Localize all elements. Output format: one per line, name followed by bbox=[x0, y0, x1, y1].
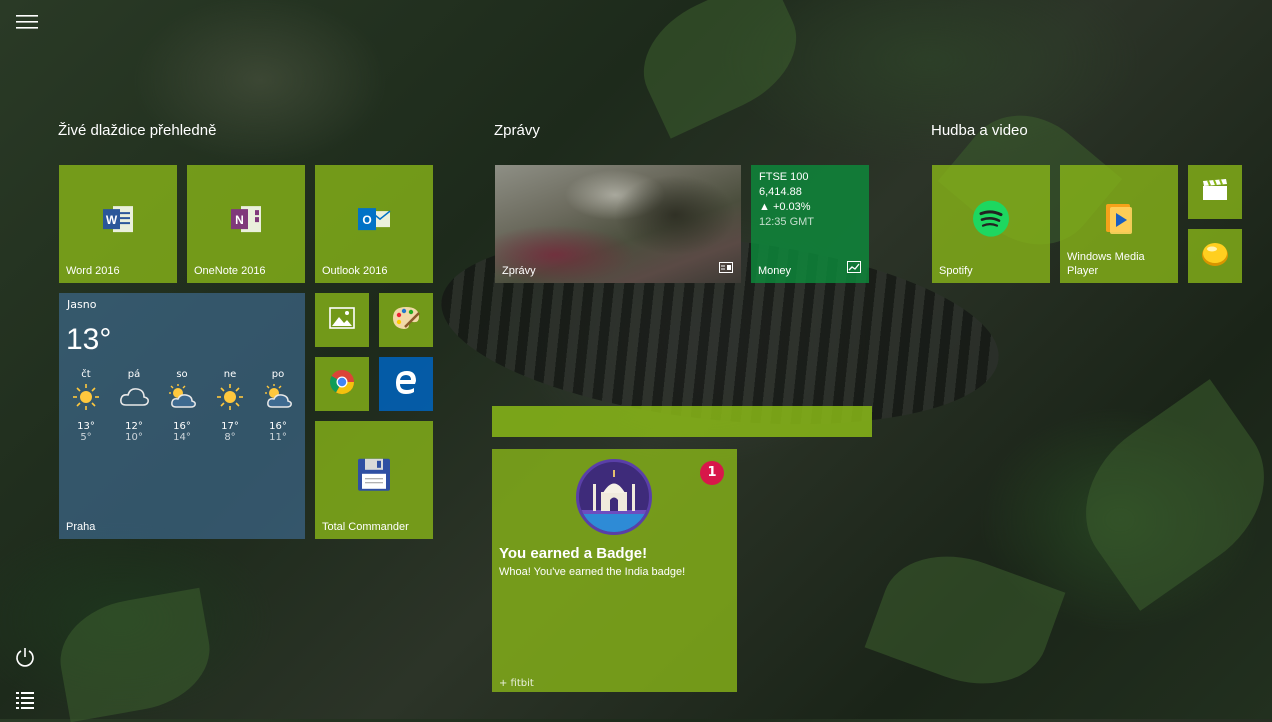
edge-tile[interactable] bbox=[379, 357, 433, 411]
wmp-label-line2: Player bbox=[1067, 265, 1099, 277]
chart-icon bbox=[847, 258, 861, 277]
forecast-low: 8° bbox=[224, 432, 236, 443]
spotify-label: Spotify bbox=[939, 265, 973, 277]
cloud-icon bbox=[114, 383, 154, 417]
svg-text:O: O bbox=[362, 213, 371, 227]
money-time: 12:35 GMT bbox=[759, 216, 815, 228]
fitbit-tile[interactable]: 1 You earned a Badge! Whoa! You've earne… bbox=[492, 449, 737, 692]
forecast-high: 13° bbox=[77, 421, 95, 432]
sun-icon bbox=[66, 383, 106, 417]
outlook-label: Outlook 2016 bbox=[322, 265, 388, 277]
music-disc-icon bbox=[1200, 239, 1230, 273]
weather-condition: Jasno bbox=[67, 298, 97, 311]
all-apps-icon[interactable] bbox=[11, 686, 39, 714]
weather-tile[interactable]: Jasno 13° čt 13° 5° pá 12° 10° so 16° 14… bbox=[59, 293, 305, 539]
forecast-high: 16° bbox=[269, 421, 287, 432]
weather-temperature: 13° bbox=[66, 323, 112, 356]
partly-cloudy-icon bbox=[258, 383, 298, 417]
sun-icon bbox=[210, 383, 250, 417]
total-commander-tile[interactable]: Total Commander bbox=[315, 421, 433, 539]
news-tile[interactable]: Zprávy bbox=[495, 165, 741, 283]
svg-text:W: W bbox=[106, 213, 118, 227]
windows-media-player-tile[interactable]: Windows Media Player bbox=[1060, 165, 1178, 283]
forecast-day: čt 13° 5° bbox=[66, 369, 106, 443]
groove-music-tile[interactable] bbox=[1188, 229, 1242, 283]
paint-tile[interactable] bbox=[379, 293, 433, 347]
clapperboard-icon bbox=[1202, 179, 1228, 205]
power-icon[interactable] bbox=[11, 643, 39, 671]
forecast-high: 16° bbox=[173, 421, 191, 432]
fitbit-label: + fitbit bbox=[499, 678, 534, 689]
spotify-tile[interactable]: Spotify bbox=[932, 165, 1050, 283]
news-app-icon bbox=[719, 258, 733, 277]
forecast-low: 11° bbox=[269, 432, 287, 443]
forecast-day: pá 12° 10° bbox=[114, 369, 154, 443]
onenote-label: OneNote 2016 bbox=[194, 265, 266, 277]
background-leaf bbox=[1054, 379, 1272, 611]
forecast-low: 5° bbox=[80, 432, 92, 443]
windows-media-player-label: Windows Media Player bbox=[1067, 250, 1145, 278]
outlook-tile[interactable]: O Outlook 2016 bbox=[315, 165, 433, 283]
chrome-tile[interactable] bbox=[315, 357, 369, 411]
fitbit-badge-title: You earned a Badge! bbox=[499, 545, 648, 562]
money-change: ▲ +0.03% bbox=[759, 201, 811, 213]
forecast-day-name: pá bbox=[127, 369, 141, 380]
money-label: Money bbox=[758, 265, 792, 277]
money-tile[interactable]: FTSE 100 6,414.88 ▲ +0.03% 12:35 GMT Mon… bbox=[751, 165, 869, 283]
wmp-label-line1: Windows Media bbox=[1067, 251, 1145, 263]
forecast-high: 17° bbox=[221, 421, 239, 432]
word-tile[interactable]: W Word 2016 bbox=[59, 165, 177, 283]
word-label: Word 2016 bbox=[66, 265, 120, 277]
forecast-low: 10° bbox=[125, 432, 143, 443]
forecast-day: so 16° 14° bbox=[162, 369, 202, 443]
edge-icon bbox=[393, 369, 419, 399]
forecast-day-name: so bbox=[176, 369, 188, 380]
forecast-day-name: čt bbox=[81, 369, 91, 380]
floppy-disk-icon bbox=[356, 457, 392, 497]
background-leaf bbox=[624, 0, 816, 139]
taj-mahal-badge-icon bbox=[576, 459, 652, 535]
hamburger-menu-icon[interactable] bbox=[13, 8, 41, 36]
background-leaf bbox=[51, 587, 219, 722]
group-title-news[interactable]: Zprávy bbox=[494, 122, 540, 139]
spotify-icon bbox=[972, 200, 1010, 242]
forecast-day-name: po bbox=[271, 369, 285, 380]
partly-cloudy-icon bbox=[162, 383, 202, 417]
photos-icon bbox=[329, 307, 355, 333]
group-title-live-tiles[interactable]: Živé dlaždice přehledně bbox=[58, 122, 216, 139]
photos-tile[interactable] bbox=[315, 293, 369, 347]
background-leaf bbox=[864, 534, 1066, 706]
money-index-value: 6,414.88 bbox=[759, 186, 802, 198]
forecast-day-name: ne bbox=[223, 369, 237, 380]
outlook-icon: O bbox=[356, 203, 392, 239]
forecast-high: 12° bbox=[125, 421, 143, 432]
money-index-name: FTSE 100 bbox=[759, 171, 809, 183]
forecast-day: ne 17° 8° bbox=[210, 369, 250, 443]
weather-city: Praha bbox=[66, 521, 96, 533]
paint-palette-icon bbox=[391, 305, 421, 335]
news-label: Zprávy bbox=[502, 265, 536, 277]
svg-text:N: N bbox=[235, 213, 244, 227]
onenote-tile[interactable]: N OneNote 2016 bbox=[187, 165, 305, 283]
wide-banner-tile[interactable] bbox=[492, 406, 872, 437]
media-player-icon bbox=[1102, 202, 1136, 240]
chrome-icon bbox=[328, 368, 356, 400]
total-commander-label: Total Commander bbox=[322, 521, 409, 533]
movies-tv-tile[interactable] bbox=[1188, 165, 1242, 219]
group-title-media[interactable]: Hudba a video bbox=[931, 122, 1028, 139]
notification-count-badge: 1 bbox=[700, 461, 724, 485]
onenote-icon: N bbox=[229, 203, 263, 239]
forecast-day: po 16° 11° bbox=[258, 369, 298, 443]
forecast-low: 14° bbox=[173, 432, 191, 443]
word-icon: W bbox=[101, 203, 135, 239]
fitbit-badge-message: Whoa! You've earned the India badge! bbox=[499, 566, 686, 578]
